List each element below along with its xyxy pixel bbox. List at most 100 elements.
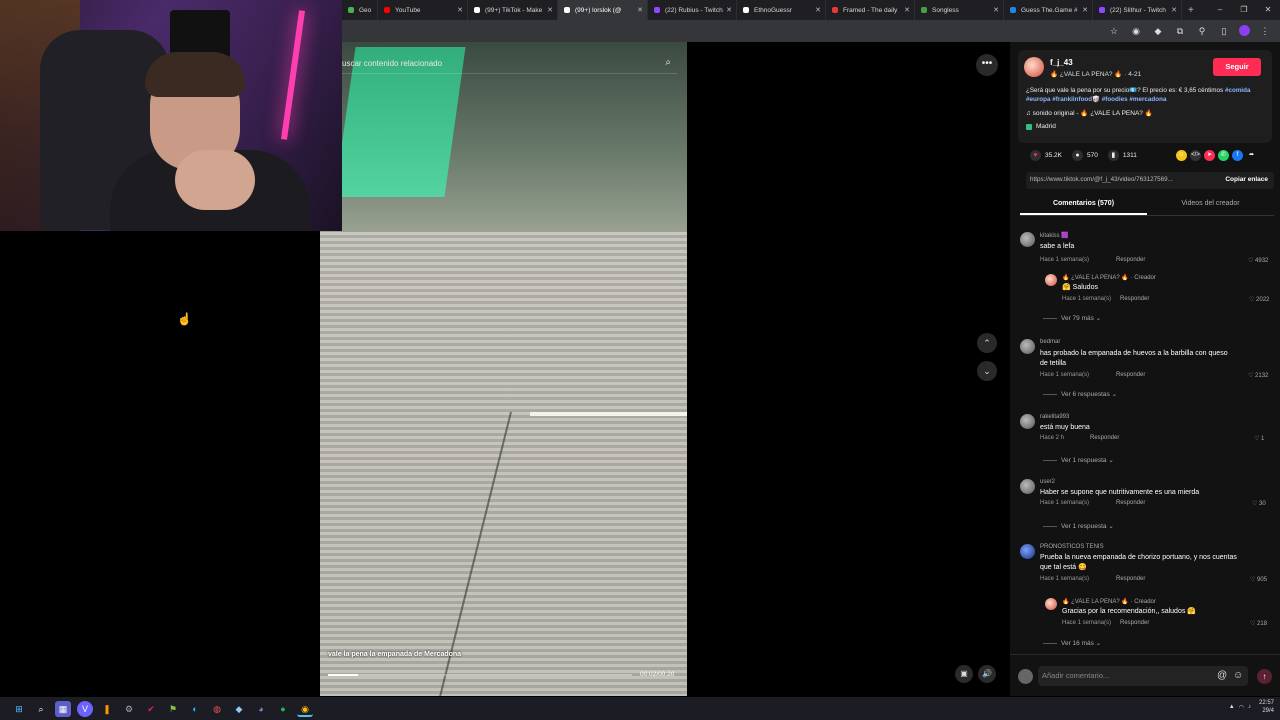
comment-button[interactable]: ● 570: [1072, 150, 1098, 161]
comment-like-button[interactable]: ♡ 1: [1254, 435, 1264, 442]
close-icon[interactable]: ✕: [815, 6, 821, 14]
tab-creator-videos[interactable]: Videos del creador: [1147, 196, 1274, 215]
comment-author[interactable]: kitakiss 🟪: [1040, 232, 1069, 239]
like-button[interactable]: ♥ 35.2K: [1030, 150, 1062, 161]
app-icon[interactable]: ✔: [143, 701, 159, 717]
close-icon[interactable]: ✕: [1171, 6, 1177, 14]
next-video-button[interactable]: ⌄: [977, 361, 997, 381]
teams-icon[interactable]: ▦: [55, 700, 71, 717]
windows-start-icon[interactable]: ⊞: [11, 701, 27, 717]
save-button[interactable]: ▮ 1311: [1107, 150, 1137, 161]
avatar[interactable]: [1020, 479, 1035, 494]
comment-author[interactable]: bedmar: [1040, 339, 1060, 345]
minimize-button[interactable]: –: [1208, 0, 1232, 20]
pin-icon[interactable]: ⚲: [1195, 24, 1209, 38]
comment-author[interactable]: 🔥 ¿VALE LA PENA? 🔥 · Creador: [1062, 598, 1156, 605]
comment-author[interactable]: PRONOSTICOS TENIS: [1040, 544, 1104, 550]
wifi-icon[interactable]: ◠: [1239, 704, 1244, 711]
system-clock[interactable]: 22:57 29/4: [1259, 699, 1274, 715]
comment-author[interactable]: rakelita993: [1040, 414, 1069, 420]
chrome-icon[interactable]: ◉: [297, 701, 313, 717]
avatar[interactable]: [1020, 414, 1035, 429]
discord-icon[interactable]: ◕: [253, 701, 269, 717]
whatsapp-icon[interactable]: ✆: [1218, 150, 1229, 161]
browser-tab[interactable]: Guess The.Game # ✕: [1004, 0, 1093, 20]
browser-tab[interactable]: YouTube ✕: [378, 0, 468, 20]
close-icon[interactable]: ✕: [1082, 6, 1088, 14]
comment-like-button[interactable]: ♡ 4932: [1248, 257, 1268, 264]
creator-avatar[interactable]: [1024, 57, 1044, 77]
mention-icon[interactable]: @: [1217, 670, 1227, 681]
profile-avatar[interactable]: [1239, 25, 1250, 36]
comment-like-button[interactable]: ♡ 30: [1252, 500, 1266, 507]
bookmark-star-icon[interactable]: ☆: [1107, 24, 1121, 38]
copy-link-button[interactable]: Copiar enlace: [1225, 176, 1268, 183]
view-more-replies[interactable]: Ver 16 más ⌄: [1043, 639, 1101, 647]
reply-button[interactable]: Responder: [1090, 435, 1119, 441]
more-options-button[interactable]: •••: [976, 54, 998, 76]
steam-icon[interactable]: ⚙: [121, 701, 137, 717]
comment-like-button[interactable]: ♡ 905: [1250, 576, 1267, 583]
app-icon[interactable]: ⚑: [165, 701, 181, 717]
follow-button[interactable]: Seguir: [1213, 58, 1261, 76]
close-icon[interactable]: ✕: [726, 6, 732, 14]
avatar[interactable]: [1020, 232, 1035, 247]
close-icon[interactable]: ✕: [547, 6, 553, 14]
reply-button[interactable]: Responder: [1116, 576, 1145, 582]
browser-tab[interactable]: Songless ✕: [915, 0, 1004, 20]
browser-tab[interactable]: EthnoGuessr ✕: [737, 0, 826, 20]
menu-icon[interactable]: ⋮: [1258, 24, 1272, 38]
comment-like-button[interactable]: ♡ 2022: [1249, 296, 1269, 303]
view-more-replies[interactable]: Ver 1 respuesta ⌄: [1043, 456, 1114, 464]
related-search-input[interactable]: uscar contenido relacionado ⌕: [322, 54, 677, 74]
avatar[interactable]: [1045, 598, 1057, 610]
view-more-replies[interactable]: Ver 79 más ⌄: [1043, 314, 1101, 322]
reply-button[interactable]: Responder: [1120, 620, 1149, 626]
comment-author[interactable]: 🔥 ¿VALE LA PENA? 🔥 · Creador: [1062, 274, 1156, 281]
send-icon[interactable]: ➤: [1204, 150, 1215, 161]
previous-video-button[interactable]: ⌃: [977, 333, 997, 353]
browser-tab[interactable]: (22) Rubius - Twitch ✕: [648, 0, 737, 20]
close-icon[interactable]: ✕: [457, 6, 463, 14]
puzzle-icon[interactable]: ⧉: [1173, 24, 1187, 38]
reply-button[interactable]: Responder: [1120, 296, 1149, 302]
video-progress-bar[interactable]: [328, 674, 632, 676]
view-more-replies[interactable]: Ver 6 respuestas ⌄: [1043, 390, 1117, 398]
app-icon[interactable]: ◍: [209, 701, 225, 717]
share-arrow-icon[interactable]: ➦: [1246, 150, 1257, 161]
close-window-button[interactable]: ✕: [1256, 0, 1280, 20]
avatar[interactable]: [1020, 339, 1035, 354]
extension-icon[interactable]: ◆: [1151, 24, 1165, 38]
browser-tab[interactable]: (22) Slithur - Twitch ✕: [1093, 0, 1182, 20]
spotify-icon[interactable]: ●: [275, 701, 291, 717]
extension-icon[interactable]: ◉: [1129, 24, 1143, 38]
avatar[interactable]: [1045, 274, 1057, 286]
pip-button[interactable]: ▣: [955, 665, 973, 683]
reply-button[interactable]: Responder: [1116, 500, 1145, 506]
browser-tab-active[interactable]: (99+) lorslok (@ ✕: [558, 0, 648, 20]
reply-button[interactable]: Responder: [1116, 372, 1145, 378]
sound-link[interactable]: ♫ sonido original - 🔥 ¿VALE LA PENA? 🔥: [1026, 109, 1153, 117]
sidebar-icon[interactable]: ▯: [1217, 24, 1231, 38]
search-icon[interactable]: ⌕: [33, 701, 49, 717]
app-icon[interactable]: ◐: [187, 701, 203, 717]
tab-comments[interactable]: Comentarios (570): [1020, 196, 1147, 215]
maximize-button[interactable]: ❐: [1232, 0, 1256, 20]
volume-button[interactable]: 🔊: [978, 665, 996, 683]
close-icon[interactable]: ✕: [904, 6, 910, 14]
emoji-icon[interactable]: ☺: [1233, 670, 1243, 681]
facebook-icon[interactable]: f: [1232, 150, 1243, 161]
view-more-replies[interactable]: Ver 1 respuesta ⌄: [1043, 522, 1114, 530]
creator-username[interactable]: f_j_43: [1050, 58, 1073, 67]
embed-icon[interactable]: </>: [1190, 150, 1201, 161]
app-icon[interactable]: ◆: [231, 701, 247, 717]
reply-button[interactable]: Responder: [1116, 257, 1145, 263]
tray-icon[interactable]: ▲: [1229, 704, 1235, 710]
volume-icon[interactable]: ♪: [1248, 704, 1251, 710]
comment-like-button[interactable]: ♡ 2132: [1248, 372, 1268, 379]
video-player[interactable]: [320, 42, 687, 696]
comment-author[interactable]: user2: [1040, 479, 1055, 485]
location-tag[interactable]: Madrid: [1026, 123, 1056, 130]
close-icon[interactable]: ✕: [637, 6, 643, 14]
browser-tab[interactable]: Geo: [342, 0, 378, 20]
